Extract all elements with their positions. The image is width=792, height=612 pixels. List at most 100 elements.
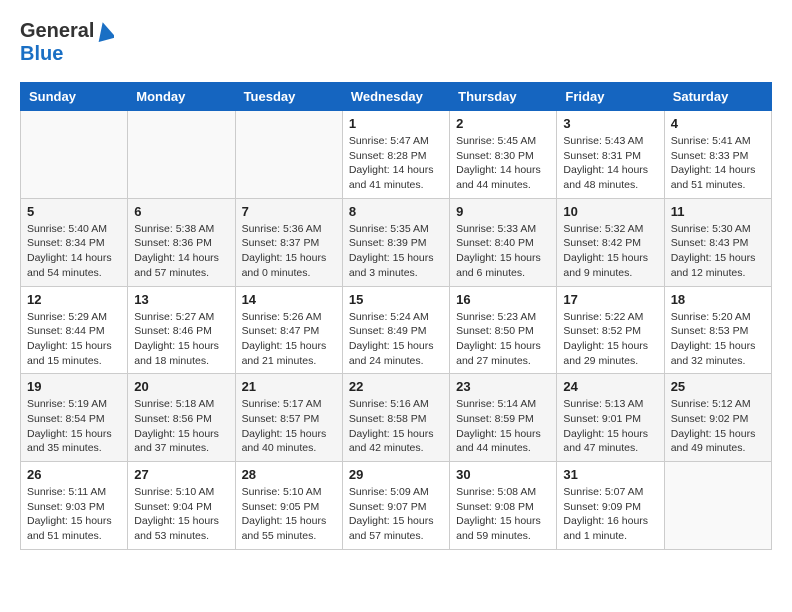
day-info: Sunrise: 5:11 AM Sunset: 9:03 PM Dayligh… — [27, 485, 121, 544]
calendar-day-cell — [21, 111, 128, 199]
calendar-day-cell: 13Sunrise: 5:27 AM Sunset: 8:46 PM Dayli… — [128, 286, 235, 374]
day-number: 4 — [671, 116, 765, 131]
day-info: Sunrise: 5:40 AM Sunset: 8:34 PM Dayligh… — [27, 222, 121, 281]
day-number: 2 — [456, 116, 550, 131]
day-of-week-header: Thursday — [450, 83, 557, 111]
day-info: Sunrise: 5:20 AM Sunset: 8:53 PM Dayligh… — [671, 310, 765, 369]
calendar-day-cell — [235, 111, 342, 199]
day-number: 12 — [27, 292, 121, 307]
day-info: Sunrise: 5:32 AM Sunset: 8:42 PM Dayligh… — [563, 222, 657, 281]
day-number: 7 — [242, 204, 336, 219]
day-number: 31 — [563, 467, 657, 482]
calendar-day-cell: 26 Sunrise: 5:11 AM Sunset: 9:03 PM Dayli… — [21, 462, 128, 550]
day-info: Sunrise: 5:43 AM Sunset: 8:31 PM Dayligh… — [563, 134, 657, 193]
calendar-day-cell: 19Sunrise: 5:19 AM Sunset: 8:54 PM Dayli… — [21, 374, 128, 462]
calendar-day-cell: 14 Sunrise: 5:26 AM Sunset: 8:47 PM Dayli… — [235, 286, 342, 374]
day-number: 29 — [349, 467, 443, 482]
calendar-day-cell: 9Sunrise: 5:33 AM Sunset: 8:40 PM Daylig… — [450, 198, 557, 286]
calendar-day-cell: 1 Sunrise: 5:47 AM Sunset: 8:28 PM Daylig… — [342, 111, 449, 199]
day-info: Sunrise: 5:22 AM Sunset: 8:52 PM Dayligh… — [563, 310, 657, 369]
calendar-week-row: 26 Sunrise: 5:11 AM Sunset: 9:03 PM Dayli… — [21, 462, 772, 550]
calendar-week-row: 5 Sunrise: 5:40 AM Sunset: 8:34 PM Daylig… — [21, 198, 772, 286]
calendar-day-cell — [128, 111, 235, 199]
day-number: 16 — [456, 292, 550, 307]
day-info: Sunrise: 5:45 AM Sunset: 8:30 PM Dayligh… — [456, 134, 550, 193]
day-number: 21 — [242, 379, 336, 394]
day-number: 28 — [242, 467, 336, 482]
calendar-day-cell: 7 Sunrise: 5:36 AM Sunset: 8:37 PM Daylig… — [235, 198, 342, 286]
day-number: 15 — [349, 292, 443, 307]
day-of-week-header: Friday — [557, 83, 664, 111]
day-number: 30 — [456, 467, 550, 482]
day-info: Sunrise: 5:17 AM Sunset: 8:57 PM Dayligh… — [242, 397, 336, 456]
day-info: Sunrise: 5:47 AM Sunset: 8:28 PM Dayligh… — [349, 134, 443, 193]
day-info: Sunrise: 5:14 AM Sunset: 8:59 PM Dayligh… — [456, 397, 550, 456]
day-number: 17 — [563, 292, 657, 307]
logo-triangle-icon — [96, 22, 114, 42]
day-info: Sunrise: 5:10 AM Sunset: 9:04 PM Dayligh… — [134, 485, 228, 544]
day-info: Sunrise: 5:26 AM Sunset: 8:47 PM Dayligh… — [242, 310, 336, 369]
day-number: 1 — [349, 116, 443, 131]
day-number: 23 — [456, 379, 550, 394]
calendar-day-cell: 16 Sunrise: 5:23 AM Sunset: 8:50 PM Dayli… — [450, 286, 557, 374]
calendar-day-cell: 15 Sunrise: 5:24 AM Sunset: 8:49 PM Dayli… — [342, 286, 449, 374]
calendar-day-cell: 8 Sunrise: 5:35 AM Sunset: 8:39 PM Daylig… — [342, 198, 449, 286]
calendar-day-cell: 21 Sunrise: 5:17 AM Sunset: 8:57 PM Dayli… — [235, 374, 342, 462]
day-number: 22 — [349, 379, 443, 394]
calendar-day-cell: 22 Sunrise: 5:16 AM Sunset: 8:58 PM Dayli… — [342, 374, 449, 462]
day-info: Sunrise: 5:36 AM Sunset: 8:37 PM Dayligh… — [242, 222, 336, 281]
logo-blue-text: Blue — [20, 43, 114, 66]
day-of-week-header: Monday — [128, 83, 235, 111]
day-number: 10 — [563, 204, 657, 219]
calendar-week-row: 1 Sunrise: 5:47 AM Sunset: 8:28 PM Daylig… — [21, 111, 772, 199]
calendar-day-cell: 28 Sunrise: 5:10 AM Sunset: 9:05 PM Dayli… — [235, 462, 342, 550]
day-info: Sunrise: 5:35 AM Sunset: 8:39 PM Dayligh… — [349, 222, 443, 281]
calendar-day-cell: 27 Sunrise: 5:10 AM Sunset: 9:04 PM Dayli… — [128, 462, 235, 550]
calendar-day-cell: 23 Sunrise: 5:14 AM Sunset: 8:59 PM Dayli… — [450, 374, 557, 462]
day-info: Sunrise: 5:24 AM Sunset: 8:49 PM Dayligh… — [349, 310, 443, 369]
day-number: 3 — [563, 116, 657, 131]
day-number: 25 — [671, 379, 765, 394]
calendar-day-cell: 4 Sunrise: 5:41 AM Sunset: 8:33 PM Daylig… — [664, 111, 771, 199]
calendar-week-row: 12 Sunrise: 5:29 AM Sunset: 8:44 PM Dayli… — [21, 286, 772, 374]
calendar-day-cell: 10 Sunrise: 5:32 AM Sunset: 8:42 PM Dayli… — [557, 198, 664, 286]
day-number: 13 — [134, 292, 228, 307]
day-of-week-header: Tuesday — [235, 83, 342, 111]
calendar-day-cell: 6 Sunrise: 5:38 AM Sunset: 8:36 PM Daylig… — [128, 198, 235, 286]
calendar-day-cell: 29Sunrise: 5:09 AM Sunset: 9:07 PM Dayli… — [342, 462, 449, 550]
calendar-day-cell: 3 Sunrise: 5:43 AM Sunset: 8:31 PM Daylig… — [557, 111, 664, 199]
day-of-week-header: Wednesday — [342, 83, 449, 111]
day-info: Sunrise: 5:19 AM Sunset: 8:54 PM Dayligh… — [27, 397, 121, 456]
day-of-week-header: Sunday — [21, 83, 128, 111]
day-number: 8 — [349, 204, 443, 219]
day-info: Sunrise: 5:38 AM Sunset: 8:36 PM Dayligh… — [134, 222, 228, 281]
day-info: Sunrise: 5:33 AM Sunset: 8:40 PM Dayligh… — [456, 222, 550, 281]
day-number: 14 — [242, 292, 336, 307]
day-info: Sunrise: 5:10 AM Sunset: 9:05 PM Dayligh… — [242, 485, 336, 544]
day-number: 27 — [134, 467, 228, 482]
calendar-day-cell: 5 Sunrise: 5:40 AM Sunset: 8:34 PM Daylig… — [21, 198, 128, 286]
day-of-week-header: Saturday — [664, 83, 771, 111]
calendar-day-cell: 12 Sunrise: 5:29 AM Sunset: 8:44 PM Dayli… — [21, 286, 128, 374]
day-number: 26 — [27, 467, 121, 482]
day-number: 20 — [134, 379, 228, 394]
day-info: Sunrise: 5:30 AM Sunset: 8:43 PM Dayligh… — [671, 222, 765, 281]
logo: General Blue — [20, 20, 114, 66]
logo-general-text: General — [20, 20, 94, 43]
calendar-day-cell: 31 Sunrise: 5:07 AM Sunset: 9:09 PM Dayli… — [557, 462, 664, 550]
page-header: General Blue — [20, 20, 772, 66]
calendar-day-cell: 20 Sunrise: 5:18 AM Sunset: 8:56 PM Dayli… — [128, 374, 235, 462]
calendar-header-row: SundayMondayTuesdayWednesdayThursdayFrid… — [21, 83, 772, 111]
day-number: 5 — [27, 204, 121, 219]
calendar-week-row: 19Sunrise: 5:19 AM Sunset: 8:54 PM Dayli… — [21, 374, 772, 462]
calendar-day-cell: 25Sunrise: 5:12 AM Sunset: 9:02 PM Dayli… — [664, 374, 771, 462]
day-info: Sunrise: 5:16 AM Sunset: 8:58 PM Dayligh… — [349, 397, 443, 456]
day-info: Sunrise: 5:07 AM Sunset: 9:09 PM Dayligh… — [563, 485, 657, 544]
day-info: Sunrise: 5:29 AM Sunset: 8:44 PM Dayligh… — [27, 310, 121, 369]
day-info: Sunrise: 5:18 AM Sunset: 8:56 PM Dayligh… — [134, 397, 228, 456]
day-number: 6 — [134, 204, 228, 219]
day-info: Sunrise: 5:41 AM Sunset: 8:33 PM Dayligh… — [671, 134, 765, 193]
day-info: Sunrise: 5:23 AM Sunset: 8:50 PM Dayligh… — [456, 310, 550, 369]
calendar-day-cell — [664, 462, 771, 550]
calendar-day-cell: 24Sunrise: 5:13 AM Sunset: 9:01 PM Dayli… — [557, 374, 664, 462]
